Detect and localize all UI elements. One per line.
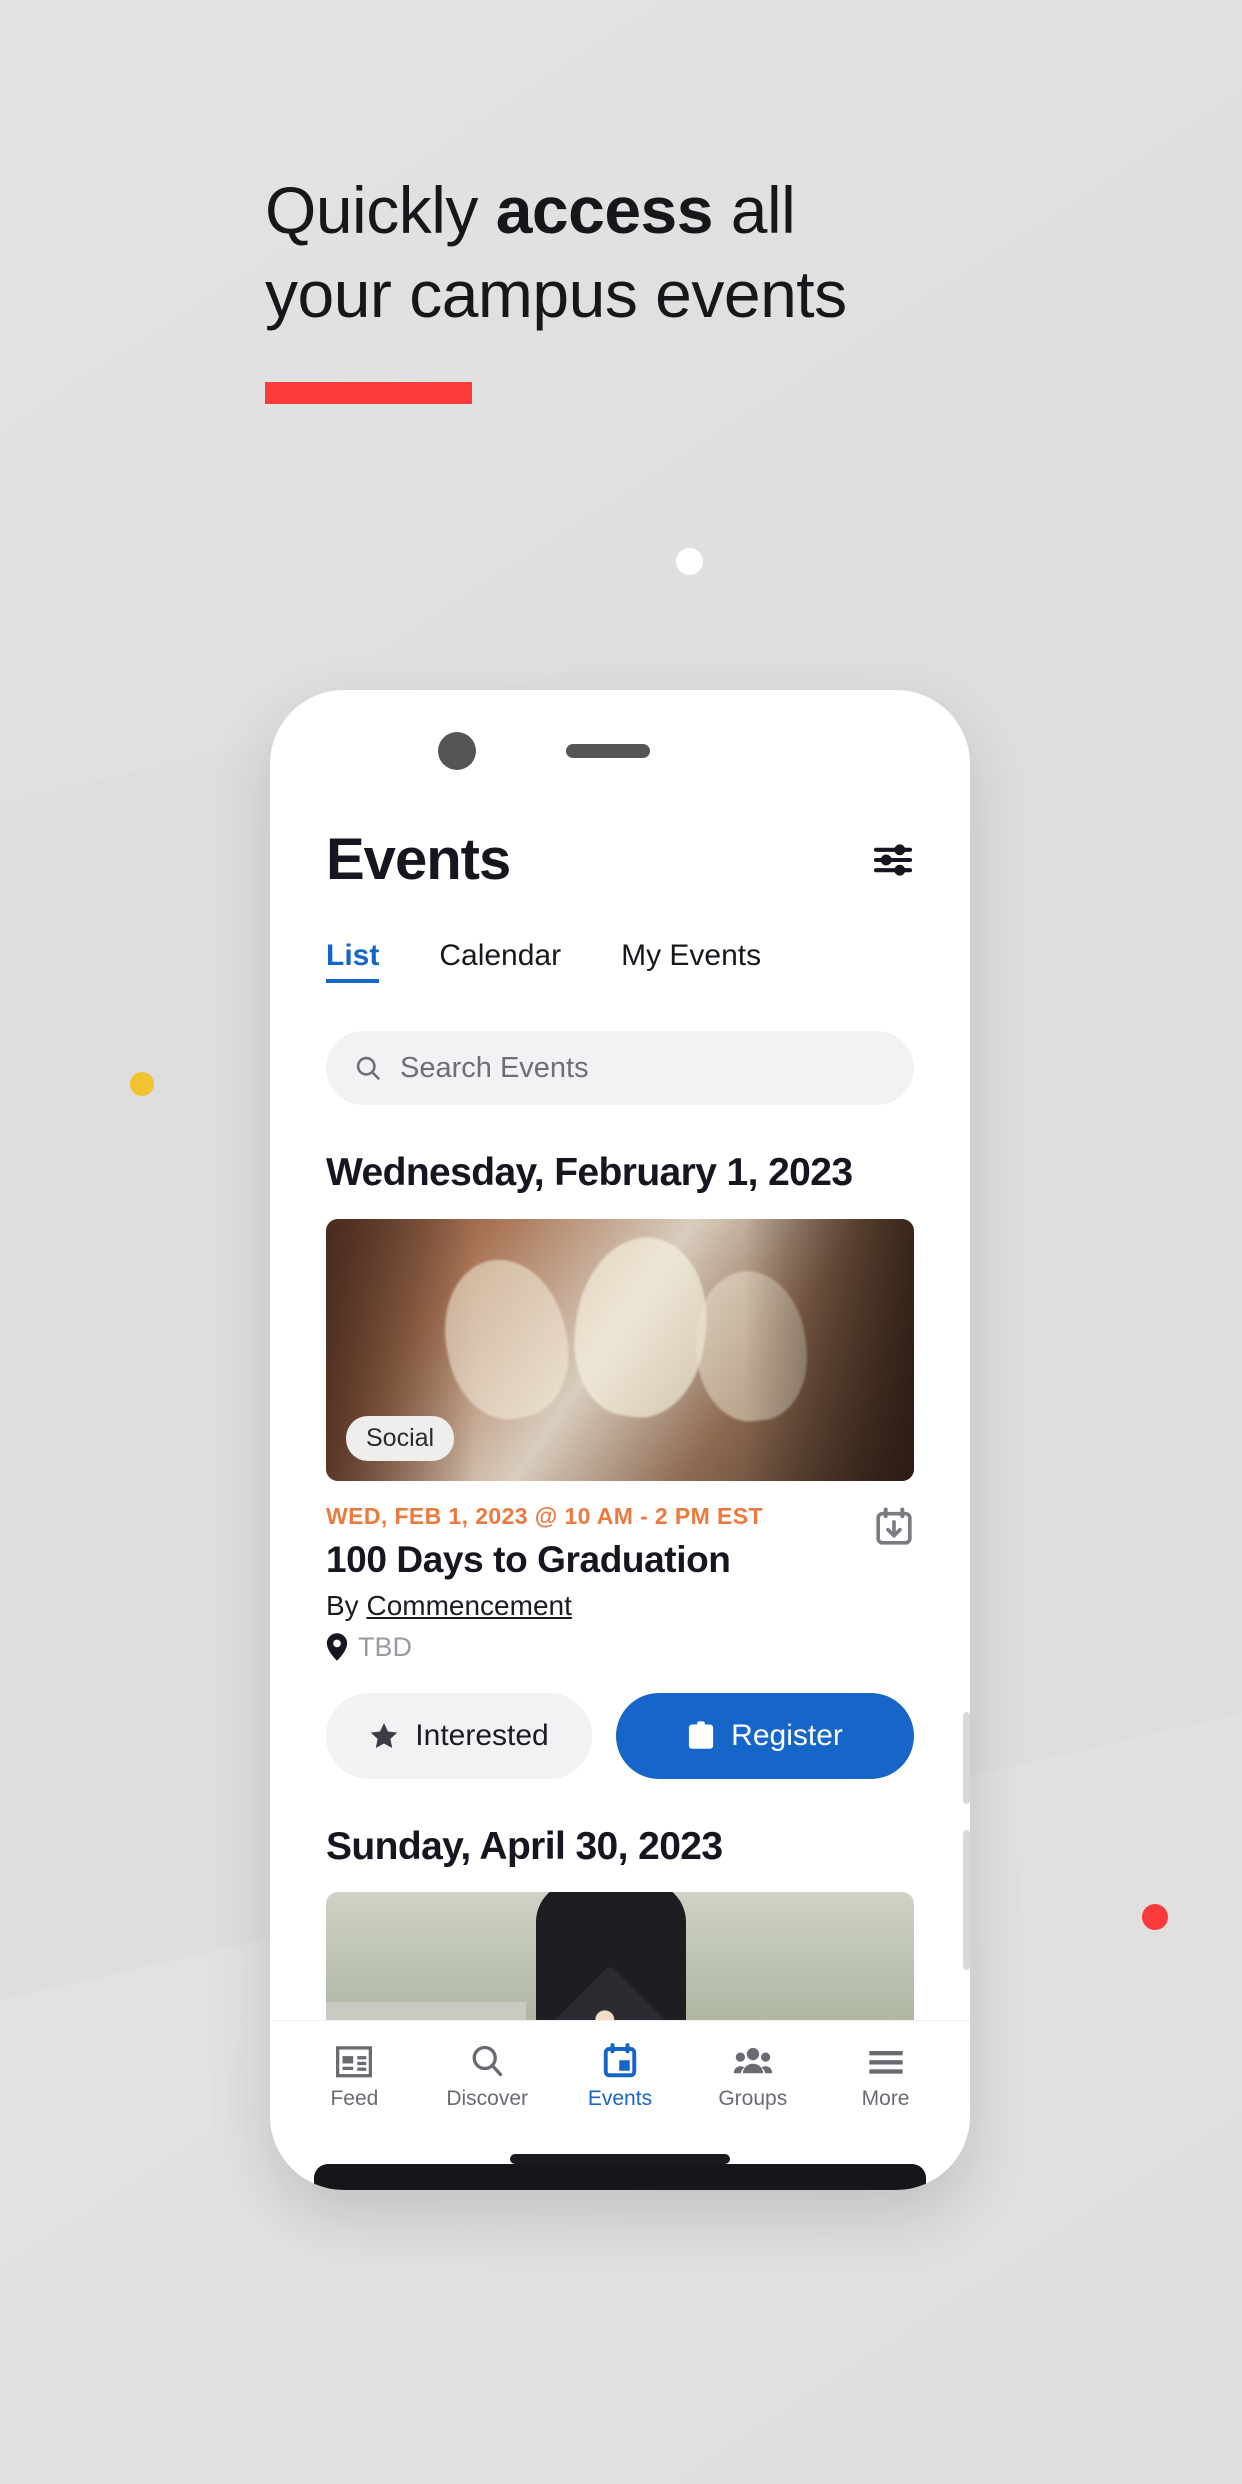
register-button[interactable]: Register	[616, 1692, 914, 1779]
marketing-headline: Quickly access all your campus events	[265, 168, 1085, 337]
phone-bottom-bezel	[314, 2164, 926, 2190]
nav-item-feed[interactable]: Feed	[294, 2043, 414, 2111]
phone-top-bar	[270, 690, 970, 808]
date-heading-1: Wednesday, February 1, 2023	[326, 1151, 853, 1194]
register-label: Register	[731, 1718, 843, 1752]
event-photo[interactable]: Social	[326, 1218, 914, 1481]
map-pin-icon	[326, 1633, 348, 1661]
event-category-badge: Social	[346, 1415, 455, 1461]
photo-shade-right	[744, 1218, 914, 1481]
tab-list[interactable]: List	[326, 939, 380, 983]
nav-item-groups[interactable]: Groups	[693, 2043, 813, 2111]
headline-accent-word: access	[495, 173, 714, 247]
nav-item-events[interactable]: Events	[560, 2042, 680, 2111]
search-placeholder: Search Events	[400, 1051, 589, 1084]
headline-text-part2: all	[712, 173, 796, 247]
nav-label-more: More	[861, 2086, 910, 2110]
nav-label-feed: Feed	[330, 2086, 379, 2110]
event-location: TBD	[326, 1632, 914, 1663]
yellow-dot	[130, 1072, 154, 1096]
events-tabs: List Calendar My Events	[326, 939, 914, 983]
headline-line-two: your campus events	[265, 257, 847, 332]
screen-header: Events	[326, 808, 914, 893]
search-icon	[356, 1056, 380, 1080]
app-screen: Events List Calendar My Events Search Ev…	[270, 808, 970, 2123]
white-dot	[676, 548, 703, 575]
event-organizer-line: By Commencement	[326, 1590, 914, 1622]
red-dot	[1142, 1904, 1168, 1930]
champagne-glass-b	[564, 1228, 718, 1425]
hamburger-icon	[868, 2050, 903, 2074]
by-label: By	[326, 1589, 367, 1621]
nav-label-discover: Discover	[446, 2086, 529, 2110]
event-actions: Interested Register	[326, 1692, 914, 1779]
star-icon	[371, 1722, 398, 1748]
newspaper-icon	[336, 2045, 373, 2077]
organizer-link[interactable]: Commencement	[366, 1590, 571, 1621]
page-title: Events	[326, 827, 511, 892]
headline-accent-bar	[265, 382, 472, 404]
tab-calendar[interactable]: Calendar	[439, 939, 561, 983]
date-heading-2: Sunday, April 30, 2023	[326, 1824, 723, 1868]
clipboard-icon	[689, 1720, 714, 1749]
tab-my-events[interactable]: My Events	[621, 939, 761, 983]
nav-label-events: Events	[587, 2086, 653, 2110]
headline-text-part1: Quickly	[265, 173, 496, 247]
interested-button[interactable]: Interested	[326, 1692, 593, 1779]
nav-item-discover[interactable]: Discover	[427, 2043, 547, 2111]
interested-label: Interested	[415, 1718, 549, 1752]
filter-sliders-icon[interactable]	[872, 843, 914, 877]
calendar-download-icon[interactable]	[874, 1507, 914, 1547]
front-camera-icon	[438, 732, 476, 770]
people-icon	[733, 2047, 773, 2073]
event-details: WED, FEB 1, 2023 @ 10 AM - 2 PM EST 100 …	[326, 1503, 914, 1663]
event-title[interactable]: 100 Days to Graduation	[326, 1539, 914, 1581]
marketing-screenshot: Quickly access all your campus events Ev…	[0, 0, 1242, 2484]
bottom-navigation: Feed Discover Events Groups More	[270, 2020, 970, 2132]
calendar-icon	[603, 2042, 637, 2077]
search-icon	[472, 2045, 503, 2076]
nav-item-more[interactable]: More	[826, 2043, 946, 2111]
earpiece-speaker	[566, 744, 650, 758]
location-text: TBD	[358, 1631, 412, 1662]
home-indicator	[510, 2154, 730, 2164]
event-time: WED, FEB 1, 2023 @ 10 AM - 2 PM EST	[326, 1502, 763, 1529]
nav-label-groups: Groups	[718, 2086, 788, 2110]
search-input[interactable]: Search Events	[326, 1031, 914, 1105]
phone-mockup: Events List Calendar My Events Search Ev…	[270, 690, 970, 2190]
